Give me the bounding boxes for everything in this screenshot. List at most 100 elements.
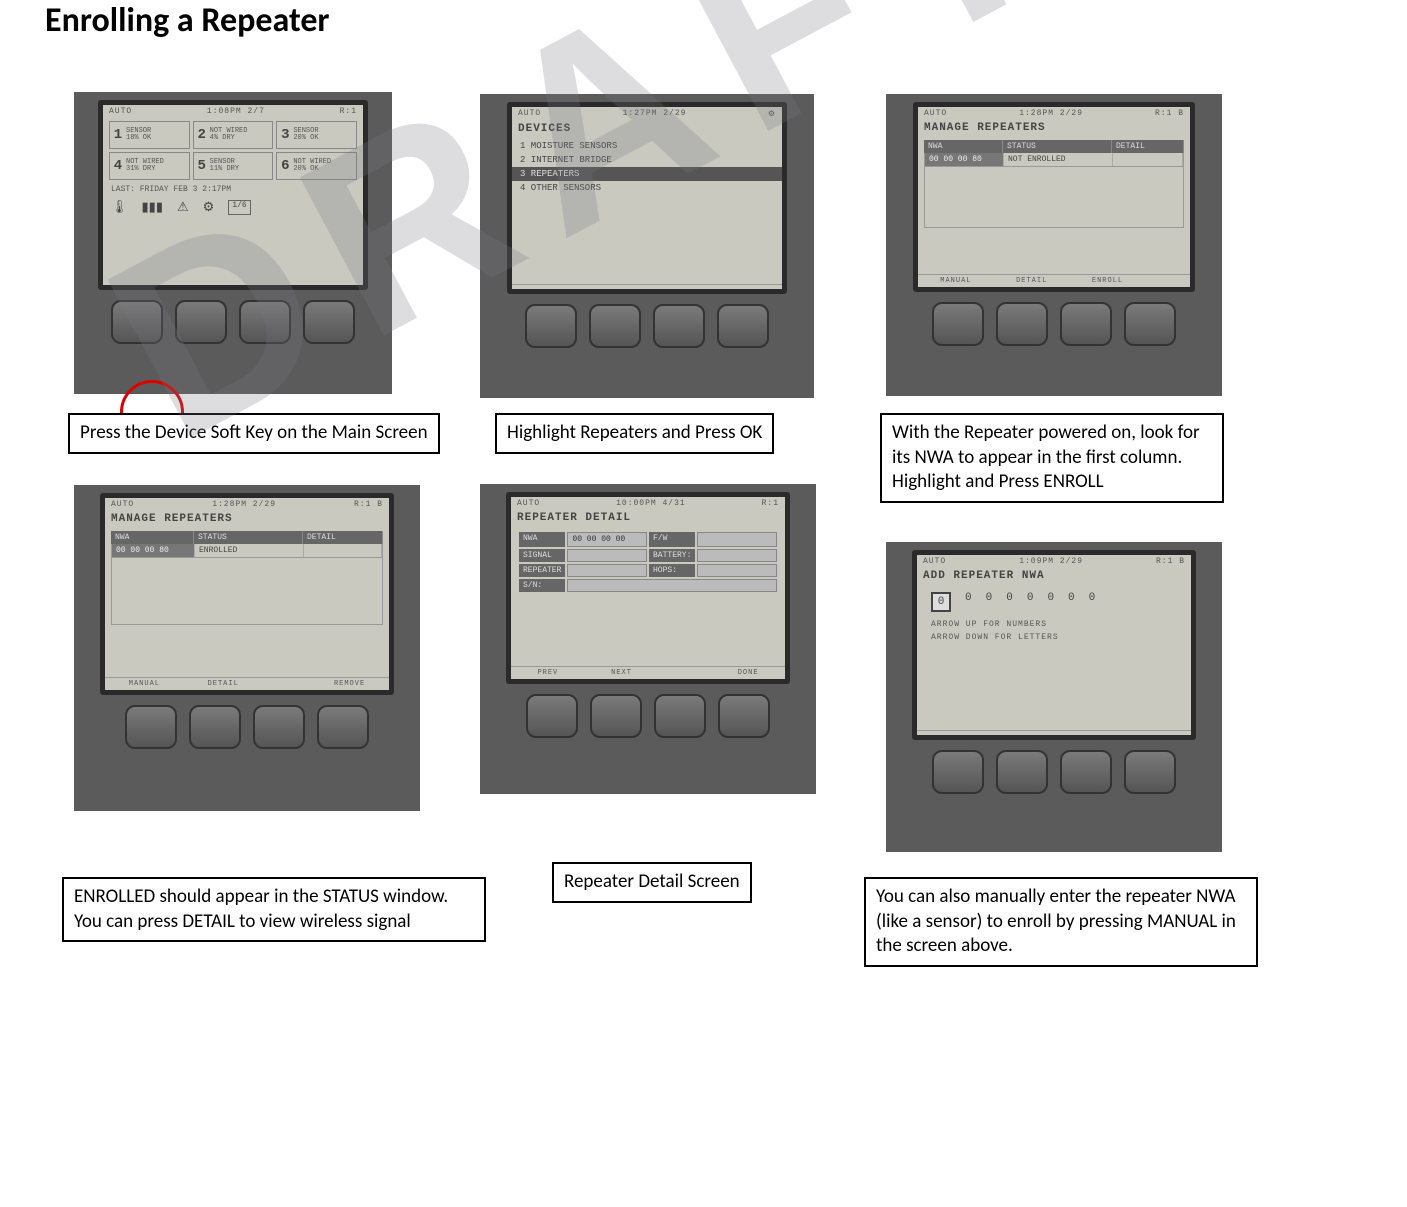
panel-add-repeater: AUTO 1:09PM 2/29 R:1 B ADD REPEATER NWA … <box>886 542 1222 852</box>
hw-button-2[interactable] <box>189 705 241 749</box>
hw-button-4[interactable] <box>717 304 769 348</box>
page-icon[interactable]: 1/6 <box>228 200 250 215</box>
hw-button-3[interactable] <box>654 694 706 738</box>
softkey-detail[interactable]: DETAIL <box>1016 277 1047 285</box>
hw-button-1[interactable] <box>111 300 163 344</box>
gear-icon[interactable]: ⚙ <box>203 200 215 215</box>
hint-down: ARROW DOWN FOR LETTERS <box>917 631 1191 644</box>
panel-main-screen: AUTO 1:08PM 2/7 R:1 1SENSOR18% OK 2NOT W… <box>74 92 392 394</box>
hw-button-2[interactable] <box>589 304 641 348</box>
hw-button-3[interactable] <box>1060 302 1112 346</box>
hw-button-2[interactable] <box>175 300 227 344</box>
panel-enrolled: AUTO 1:28PM 2/29 R:1 B MANAGE REPEATERS … <box>74 485 420 811</box>
list-item-moisture[interactable]: 1 MOISTURE SENSORS <box>512 139 782 153</box>
time-label: 1:28PM 2/29 <box>212 500 276 509</box>
zone-2[interactable]: 2NOT WIRED4% DRY <box>193 121 274 149</box>
softkey-manual[interactable]: MANUAL <box>129 680 160 688</box>
screen-title-add: ADD REPEATER NWA <box>917 568 1191 586</box>
table-header: NWA STATUS DETAIL <box>924 140 1184 153</box>
hw-button-3[interactable] <box>253 705 305 749</box>
screen-title-manage: MANAGE REPEATERS <box>918 120 1190 138</box>
screen-add-nwa: AUTO 1:09PM 2/29 R:1 B ADD REPEATER NWA … <box>912 550 1196 740</box>
r-label: R:1 <box>762 499 779 508</box>
caption-panel1: Press the Device Soft Key on the Main Sc… <box>68 413 440 454</box>
hw-button-1[interactable] <box>125 705 177 749</box>
mode-label: AUTO <box>111 500 134 509</box>
softkey-detail[interactable]: DETAIL <box>208 680 239 688</box>
hw-button-1[interactable] <box>932 750 984 794</box>
r-label: R:1 B <box>354 500 383 509</box>
softkey-next[interactable]: NEXT <box>611 669 632 677</box>
zone-5[interactable]: 5SENSOR11% DRY <box>193 152 274 180</box>
caption-panel3: With the Repeater powered on, look for i… <box>880 413 1224 503</box>
hw-button-4[interactable] <box>1124 750 1176 794</box>
screen-enrolled: AUTO 1:28PM 2/29 R:1 B MANAGE REPEATERS … <box>100 493 394 695</box>
hw-button-1[interactable] <box>525 304 577 348</box>
hw-button-2[interactable] <box>996 750 1048 794</box>
r-label: R:1 <box>340 107 357 116</box>
hw-button-4[interactable] <box>718 694 770 738</box>
panel-devices: AUTO 1:27PM 2/29 ⚙ DEVICES 1 MOISTURE SE… <box>480 94 814 398</box>
list-item-bridge[interactable]: 2 INTERNET BRIDGE <box>512 153 782 167</box>
zone-4[interactable]: 4NOT WIRED31% DRY <box>109 152 190 180</box>
table-row[interactable]: 00 00 00 80 NOT ENROLLED <box>924 153 1184 167</box>
hw-button-4[interactable] <box>303 300 355 344</box>
mode-label: AUTO <box>923 557 946 566</box>
hw-button-1[interactable] <box>932 302 984 346</box>
screen-title-enrolled: MANAGE REPEATERS <box>105 511 389 529</box>
page-title: Enrolling a Repeater <box>45 0 330 41</box>
warn-icon[interactable]: ⚠ <box>177 200 189 215</box>
hw-button-4[interactable] <box>317 705 369 749</box>
mode-label: AUTO <box>924 109 947 118</box>
screen-title-devices: DEVICES <box>512 121 782 139</box>
hw-button-4[interactable] <box>1124 302 1176 346</box>
last-run-label: LAST: FRIDAY FEB 3 2:17PM <box>103 183 363 196</box>
hw-button-2[interactable] <box>996 302 1048 346</box>
r-label: R:1 B <box>1155 109 1184 118</box>
softkey-enroll[interactable]: ENROLL <box>1092 277 1123 285</box>
list-item-other[interactable]: 4 OTHER SENSORS <box>512 181 782 195</box>
time-label: 1:08PM 2/7 <box>207 107 265 116</box>
time-label: 10:00PM 4/31 <box>616 499 686 508</box>
caption-panel6: You can also manually enter the repeater… <box>864 877 1258 967</box>
zone-6[interactable]: 6NOT WIRED20% OK <box>276 152 357 180</box>
panel-manage-repeaters: AUTO 1:28PM 2/29 R:1 B MANAGE REPEATERS … <box>886 94 1222 396</box>
hw-button-3[interactable] <box>1060 750 1112 794</box>
mode-label: AUTO <box>109 107 132 116</box>
hw-button-1[interactable] <box>526 694 578 738</box>
zone-3[interactable]: 3SENSOR20% OK <box>276 121 357 149</box>
settings-icon: ⚙ <box>768 109 776 119</box>
time-label: 1:28PM 2/29 <box>1019 109 1083 118</box>
hw-button-2[interactable] <box>590 694 642 738</box>
nwa-input-row[interactable]: 0 0 0 0 0 0 0 0 <box>917 586 1191 618</box>
nwa-digit-0[interactable]: 0 <box>931 592 951 612</box>
signal-icon[interactable]: ▮▮▮ <box>142 200 163 215</box>
detail-grid: NWA00 00 00 00 F/W SIGNAL BATTERY: REPEA… <box>519 532 777 592</box>
screen-devices: AUTO 1:27PM 2/29 ⚙ DEVICES 1 MOISTURE SE… <box>507 102 787 294</box>
caption-panel5: Repeater Detail Screen <box>552 862 752 903</box>
zone-grid: 1SENSOR18% OK 2NOT WIRED4% DRY 3SENSOR20… <box>103 118 363 183</box>
screen-detail: AUTO 10:00PM 4/31 R:1 REPEATER DETAIL NW… <box>506 492 790 684</box>
caption-panel2: Highlight Repeaters and Press OK <box>495 413 774 454</box>
hw-button-3[interactable] <box>653 304 705 348</box>
hw-button-3[interactable] <box>239 300 291 344</box>
hint-up: ARROW UP FOR NUMBERS <box>917 618 1191 631</box>
time-label: 1:09PM 2/29 <box>1019 557 1083 566</box>
icon-row: 🌡 ▮▮▮ ⚠ ⚙ 1/6 <box>103 196 363 219</box>
softkey-manual[interactable]: MANUAL <box>940 277 971 285</box>
zone-1[interactable]: 1SENSOR18% OK <box>109 121 190 149</box>
table-header: NWA STATUS DETAIL <box>111 531 383 544</box>
softkey-remove[interactable]: REMOVE <box>334 680 365 688</box>
list-item-repeaters[interactable]: 3 REPEATERS <box>512 167 782 181</box>
mode-label: AUTO <box>517 499 540 508</box>
softkey-done[interactable]: DONE <box>738 669 759 677</box>
thermo-icon[interactable]: 🌡 <box>111 200 128 215</box>
table-row[interactable]: 00 00 00 80 ENROLLED <box>111 544 383 558</box>
r-label: R:1 B <box>1156 557 1185 566</box>
softkey-prev[interactable]: PREV <box>537 669 558 677</box>
screen-manage: AUTO 1:28PM 2/29 R:1 B MANAGE REPEATERS … <box>913 102 1195 292</box>
screen-main: AUTO 1:08PM 2/7 R:1 1SENSOR18% OK 2NOT W… <box>98 100 368 290</box>
panel-repeater-detail: AUTO 10:00PM 4/31 R:1 REPEATER DETAIL NW… <box>480 484 816 794</box>
caption-panel4: ENROLLED should appear in the STATUS win… <box>62 877 486 942</box>
screen-title-detail: REPEATER DETAIL <box>511 510 785 528</box>
